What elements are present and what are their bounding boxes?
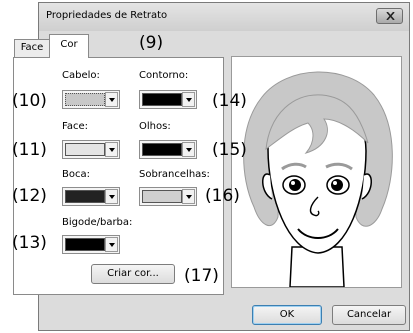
- callout-10: (10): [12, 91, 47, 111]
- eyes-color-label: Olhos:: [139, 121, 171, 132]
- mouth-color-swatch: [65, 190, 105, 203]
- face-color-label: Face:: [62, 121, 88, 132]
- callout-12: (12): [12, 186, 47, 206]
- hair-color-swatch: [65, 93, 105, 106]
- chevron-down-icon[interactable]: [105, 92, 118, 107]
- face-color-swatch: [65, 143, 105, 156]
- chevron-down-icon[interactable]: [105, 189, 118, 204]
- close-button[interactable]: [376, 8, 403, 24]
- window-title: Propriedades de Retrato: [46, 10, 168, 21]
- hair-color-picker[interactable]: [62, 90, 120, 109]
- chevron-down-icon[interactable]: [105, 237, 118, 252]
- mouth-color-label: Boca:: [62, 169, 90, 180]
- beard-color-swatch: [65, 238, 105, 251]
- mouth-color-picker[interactable]: [62, 187, 120, 206]
- callout-11: (11): [12, 140, 47, 160]
- callout-9: (9): [139, 33, 164, 53]
- outline-color-swatch: [142, 93, 182, 106]
- face-color-picker[interactable]: [62, 140, 120, 159]
- portrait-preview: [231, 56, 402, 288]
- callout-17: (17): [184, 266, 219, 286]
- chevron-down-icon[interactable]: [182, 142, 195, 157]
- chevron-down-icon[interactable]: [182, 189, 195, 204]
- beard-color-picker[interactable]: [62, 235, 120, 254]
- callout-13: (13): [12, 233, 47, 253]
- callout-16: (16): [205, 186, 240, 206]
- eyebrows-color-label: Sobrancelhas:: [139, 169, 210, 180]
- eyebrows-color-swatch: [142, 190, 182, 203]
- close-icon: [386, 12, 395, 20]
- tab-face[interactable]: Face: [14, 39, 50, 57]
- eyes-color-swatch: [142, 143, 182, 156]
- outline-color-label: Contorno:: [139, 70, 189, 81]
- eyes-color-picker[interactable]: [139, 140, 197, 159]
- eyebrows-color-picker[interactable]: [139, 187, 197, 206]
- callout-15: (15): [212, 140, 247, 160]
- tab-face-label: Face: [20, 42, 44, 53]
- ok-button[interactable]: OK: [252, 305, 322, 325]
- outline-color-picker[interactable]: [139, 90, 197, 109]
- beard-color-label: Bigode/barba:: [62, 217, 133, 228]
- create-color-button[interactable]: Criar cor...: [91, 264, 175, 284]
- chevron-down-icon[interactable]: [182, 92, 195, 107]
- title-bar: Propriedades de Retrato: [39, 3, 409, 31]
- hair-color-label: Cabelo:: [62, 70, 100, 81]
- chevron-down-icon[interactable]: [105, 142, 118, 157]
- portrait-preview-image: [243, 71, 393, 288]
- tab-cor-label: Cor: [60, 39, 78, 50]
- tab-cor[interactable]: Cor: [49, 34, 89, 58]
- cancel-button[interactable]: Cancelar: [332, 305, 406, 325]
- callout-14: (14): [212, 91, 247, 111]
